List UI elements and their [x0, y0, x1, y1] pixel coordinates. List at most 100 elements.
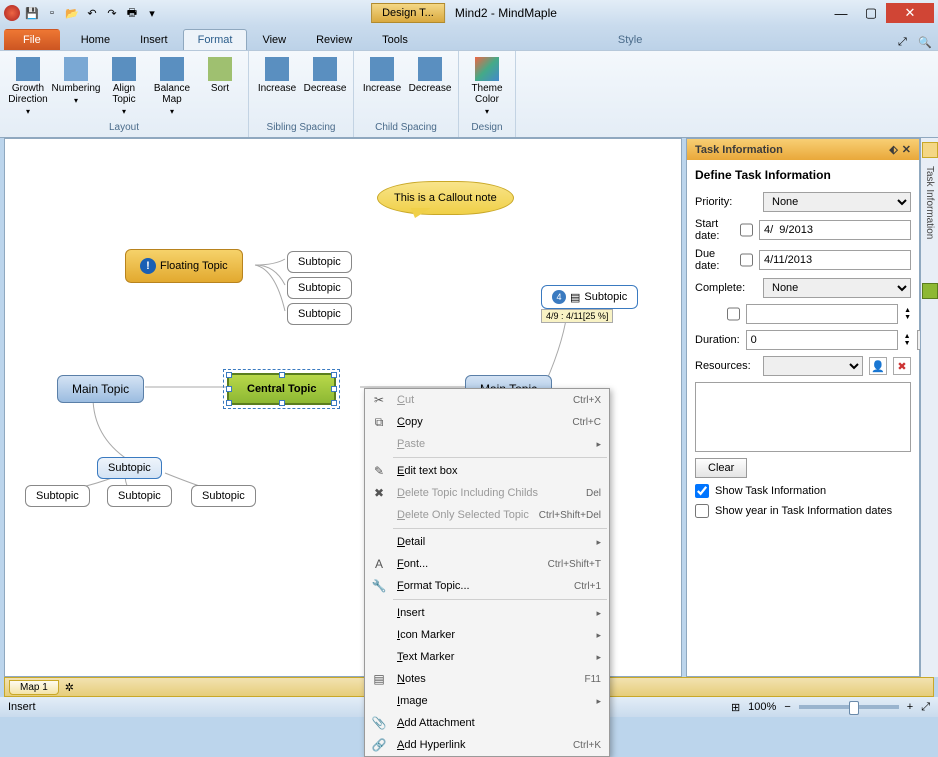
tab-tools[interactable]: Tools	[367, 29, 423, 50]
duration-input[interactable]	[746, 330, 898, 350]
complete-checkbox[interactable]	[727, 307, 740, 321]
sibling-increase-button[interactable]: Increase	[255, 53, 299, 120]
tab-review[interactable]: Review	[301, 29, 367, 50]
qa-dropdown-icon[interactable]: ▾	[144, 5, 160, 21]
task-panel-title: Task Information	[695, 144, 783, 156]
ribbon-collapse-icon[interactable]: ⤢	[898, 36, 912, 50]
tab-file[interactable]: File	[4, 29, 60, 50]
context-menu-item[interactable]: 📎Add Attachment	[365, 712, 609, 734]
resources-list[interactable]	[695, 382, 911, 452]
resources-label: Resources:	[695, 360, 757, 372]
theme-color-button[interactable]: Theme Color▾	[465, 53, 509, 120]
secondary-side-tab-icon[interactable]	[922, 283, 938, 299]
context-menu-item[interactable]: ⧉CopyCtrl+C	[365, 411, 609, 433]
map-tab[interactable]: Map 1	[9, 680, 59, 695]
tab-home[interactable]: Home	[66, 29, 125, 50]
context-menu-item[interactable]: ▤NotesF11	[365, 668, 609, 690]
spinner-controls-icon[interactable]: ▲▼	[904, 307, 911, 321]
show-task-checkbox[interactable]	[695, 484, 709, 498]
resources-select[interactable]	[763, 356, 863, 376]
ribbon-help-icon[interactable]: 🔍	[918, 36, 932, 50]
subtopic-node[interactable]: Subtopic	[287, 303, 352, 325]
floating-topic[interactable]: ! Floating Topic	[125, 249, 243, 283]
start-date-checkbox[interactable]	[740, 223, 753, 237]
callout-note[interactable]: This is a Callout note	[377, 181, 514, 215]
context-menu-item[interactable]: Text Marker	[365, 646, 609, 668]
save-icon[interactable]: 💾	[24, 5, 40, 21]
context-menu-shortcut: Ctrl+Shift+T	[548, 559, 601, 570]
new-icon[interactable]: ▫	[44, 5, 60, 21]
context-menu-icon: A	[367, 557, 391, 571]
close-button[interactable]: ✕	[886, 3, 934, 23]
sort-button[interactable]: Sort	[198, 53, 242, 120]
subtopic-node[interactable]: Subtopic	[287, 251, 352, 273]
fit-icon[interactable]: ⤢	[921, 701, 930, 714]
context-menu-icon: 🔧	[367, 579, 391, 593]
panel-close-icon[interactable]: ✕	[902, 143, 911, 156]
complete-select[interactable]: None	[763, 278, 911, 298]
sibling-decrease-button[interactable]: Decrease	[303, 53, 347, 120]
align-topic-button[interactable]: Align Topic▾	[102, 53, 146, 120]
context-menu-item[interactable]: Icon Marker	[365, 624, 609, 646]
minimize-button[interactable]: —	[826, 3, 856, 23]
priority-select[interactable]: None	[763, 192, 911, 212]
zoom-slider[interactable]	[799, 705, 899, 709]
context-menu-item[interactable]: Insert	[365, 602, 609, 624]
subtopic-node[interactable]: Subtopic	[287, 277, 352, 299]
remove-resource-icon[interactable]: ✖	[893, 357, 911, 375]
main-topic-left[interactable]: Main Topic	[57, 375, 144, 403]
due-date-label: Due date:	[695, 248, 734, 272]
due-date-input[interactable]	[759, 250, 911, 270]
context-menu-item[interactable]: Detail	[365, 531, 609, 553]
context-menu-label: Insert	[391, 607, 596, 619]
print-icon[interactable]: 🖶	[124, 5, 140, 21]
due-date-checkbox[interactable]	[740, 253, 753, 267]
context-menu-shortcut: Ctrl+X	[573, 395, 601, 406]
context-menu-shortcut: Ctrl+1	[574, 581, 601, 592]
new-map-tab-icon[interactable]: ✲	[65, 681, 74, 694]
subtopic-node[interactable]: Subtopic	[191, 485, 256, 507]
tab-view[interactable]: View	[247, 29, 301, 50]
central-topic[interactable]: Central Topic	[227, 373, 336, 405]
redo-icon[interactable]: ↷	[104, 5, 120, 21]
tab-style[interactable]: Style	[603, 29, 657, 50]
undo-icon[interactable]: ↶	[84, 5, 100, 21]
clear-button[interactable]: Clear	[695, 458, 747, 478]
balance-map-button[interactable]: Balance Map▾	[150, 53, 194, 120]
pin-icon[interactable]: ⬖	[889, 143, 897, 156]
tab-insert[interactable]: Insert	[125, 29, 183, 50]
subtopic-node[interactable]: Subtopic	[97, 457, 162, 479]
child-increase-button[interactable]: Increase	[360, 53, 404, 120]
open-icon[interactable]: 📂	[64, 5, 80, 21]
context-menu-shortcut: F11	[585, 674, 602, 685]
task-info-side-tab[interactable]: Task Information	[924, 166, 935, 239]
spinner-controls-icon[interactable]: ▲▼	[904, 333, 911, 347]
context-menu-item[interactable]: 🔧Format Topic...Ctrl+1	[365, 575, 609, 597]
context-menu-item[interactable]: AFont...Ctrl+Shift+T	[365, 553, 609, 575]
zoom-out-icon[interactable]: −	[784, 701, 790, 713]
view-icon[interactable]: ⊞	[731, 701, 740, 714]
submenu-arrow-icon	[596, 695, 601, 707]
title-bar: 💾 ▫ 📂 ↶ ↷ 🖶 ▾ Design T... Mind2 - MindMa…	[0, 0, 938, 26]
tab-format[interactable]: Format	[183, 29, 248, 50]
start-date-input[interactable]	[759, 220, 911, 240]
context-menu-item[interactable]: 🔗Add HyperlinkCtrl+K	[365, 734, 609, 756]
task-info-side-tab-icon[interactable]	[922, 142, 938, 158]
subtopic-node[interactable]: Subtopic	[25, 485, 90, 507]
subtopic-node[interactable]: Subtopic	[107, 485, 172, 507]
context-menu-item[interactable]: ✎Edit text box	[365, 460, 609, 482]
design-title-tab[interactable]: Design T...	[371, 3, 445, 23]
growth-direction-button[interactable]: Growth Direction▾	[6, 53, 50, 120]
zoom-in-icon[interactable]: +	[907, 701, 913, 713]
show-year-checkbox[interactable]	[695, 504, 709, 518]
maximize-button[interactable]: ▢	[856, 3, 886, 23]
numbering-button[interactable]: Numbering▾	[54, 53, 98, 120]
subtopic-node-priority[interactable]: 4 ▤ Subtopic	[541, 285, 638, 309]
side-tab-strip: Task Information	[920, 138, 938, 677]
child-decrease-button[interactable]: Decrease	[408, 53, 452, 120]
context-menu-item[interactable]: Image	[365, 690, 609, 712]
add-resource-icon[interactable]: 👤	[869, 357, 887, 375]
theme-color-icon	[475, 57, 499, 81]
complete-spinner[interactable]	[746, 304, 898, 324]
submenu-arrow-icon	[596, 438, 601, 450]
